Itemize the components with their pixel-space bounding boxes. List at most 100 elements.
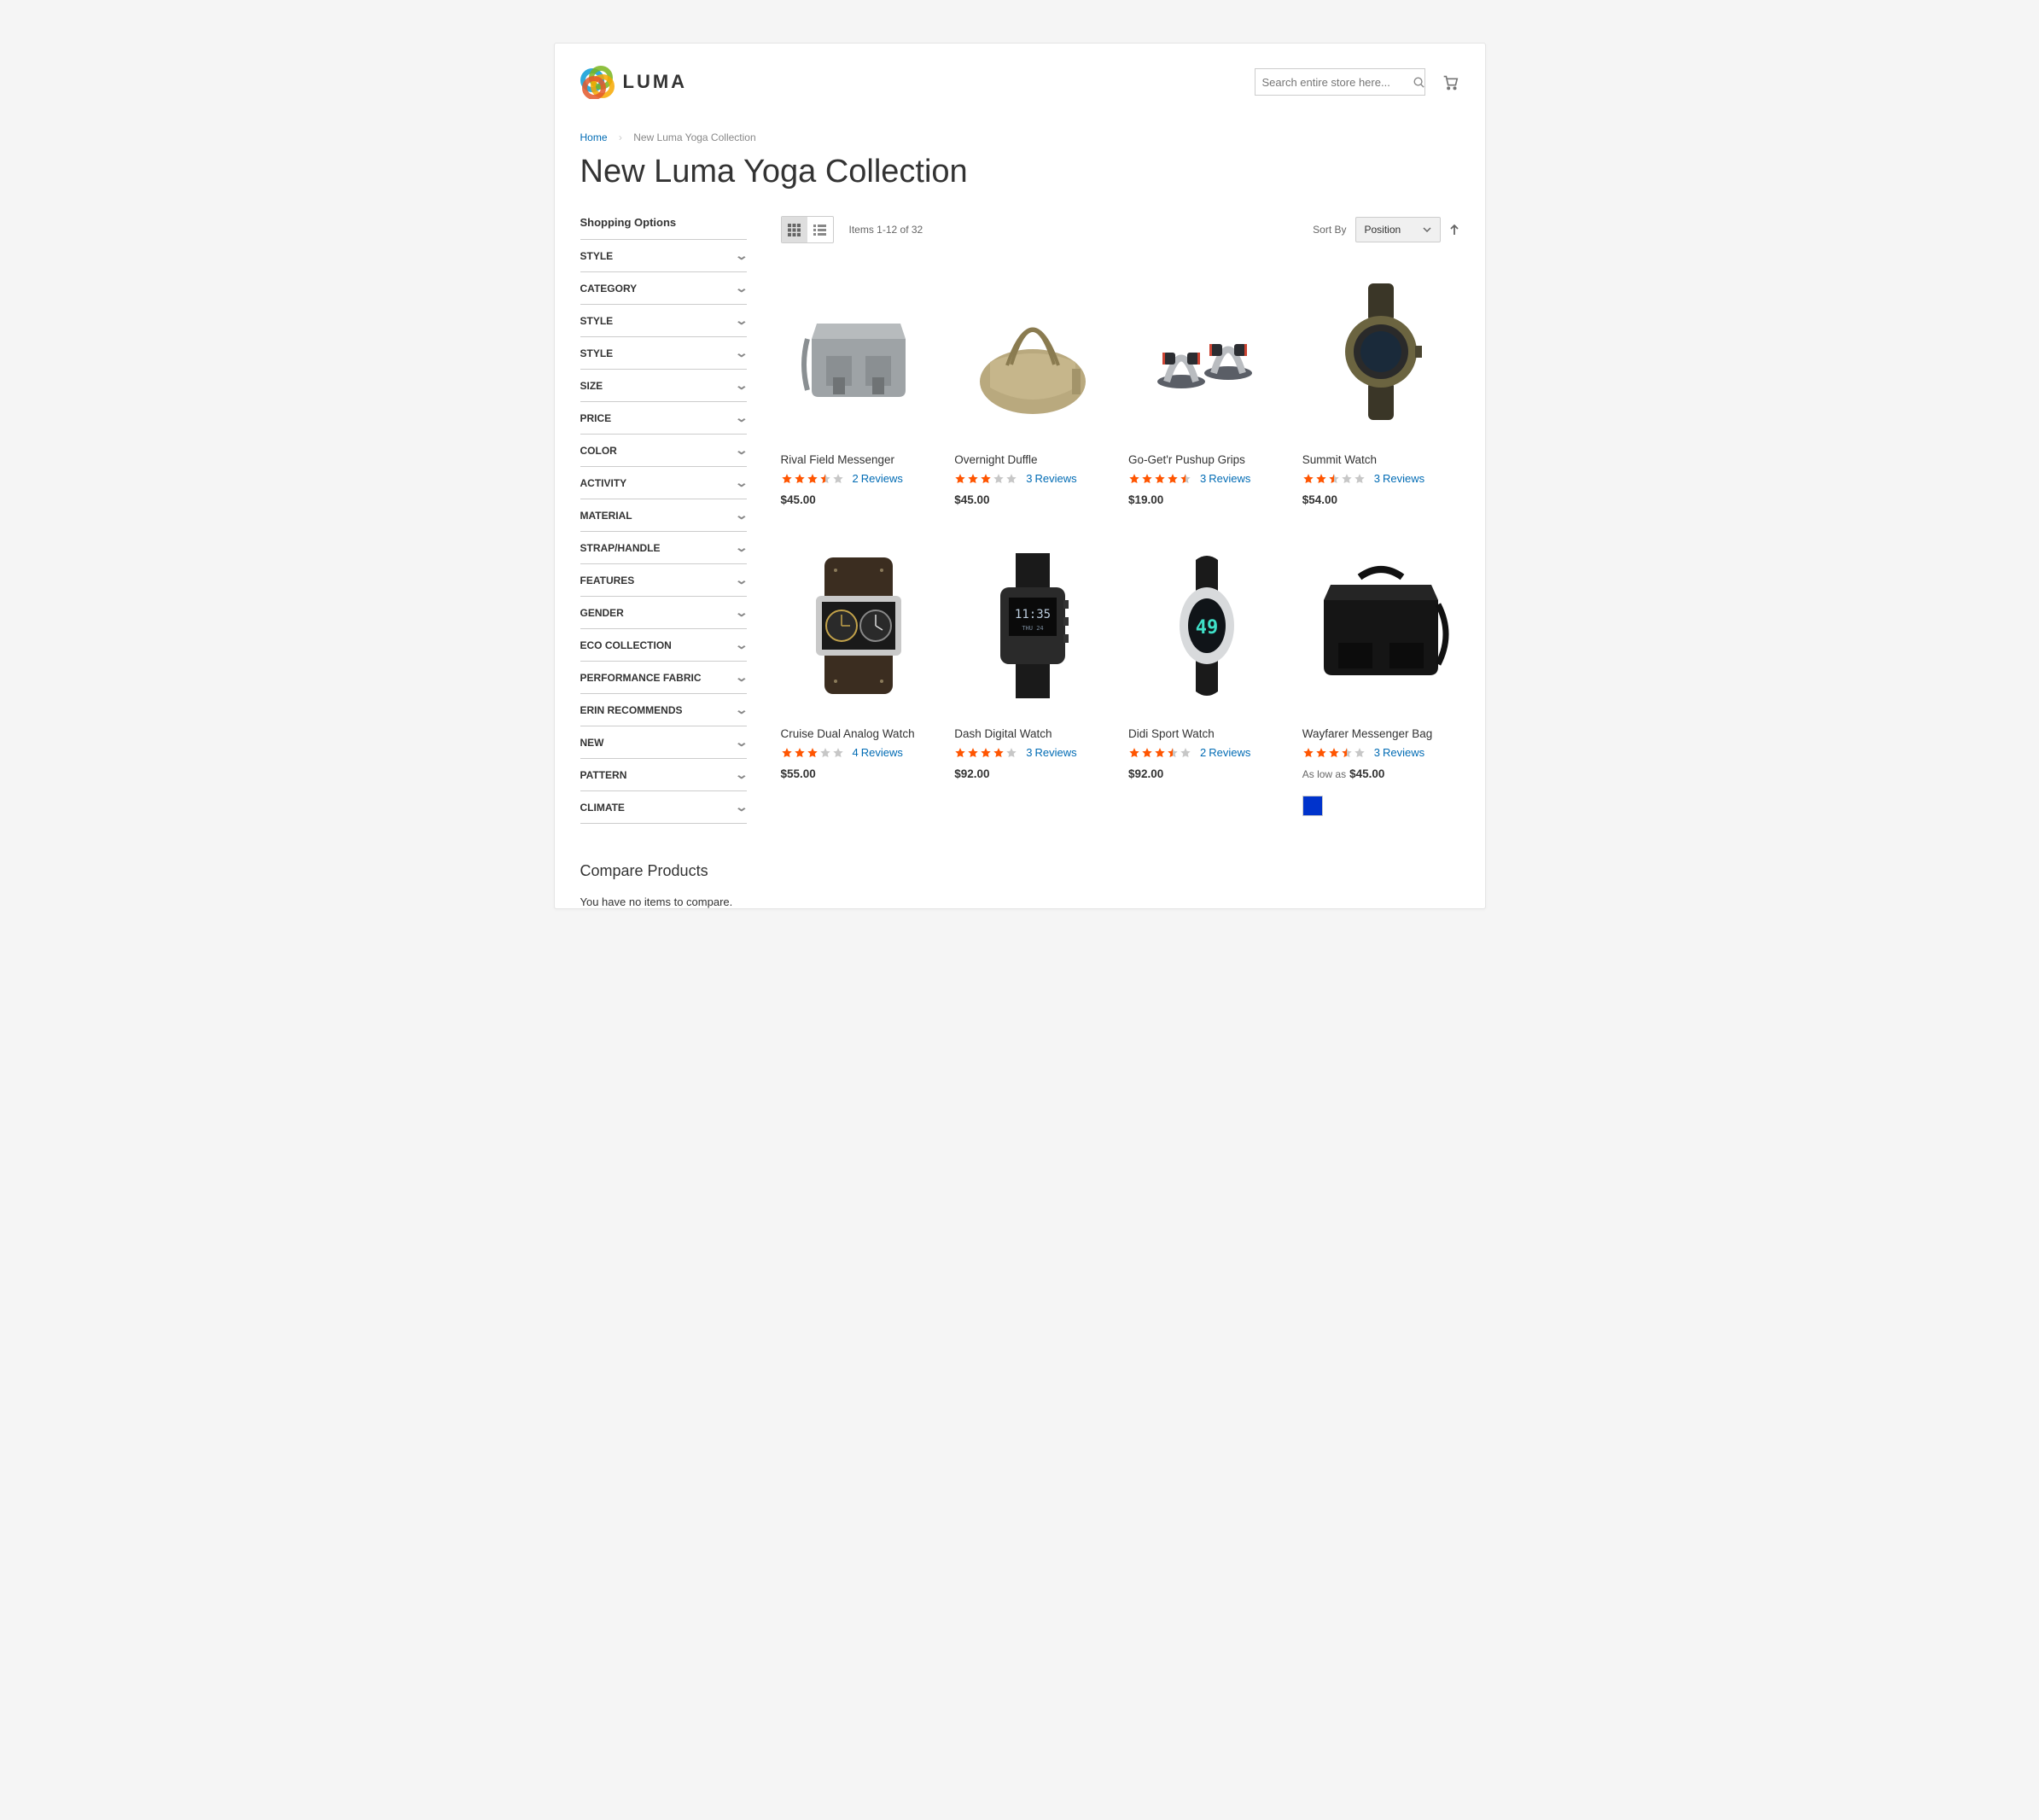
reviews-link[interactable]: 4Reviews — [853, 746, 903, 759]
compare-products-heading: Compare Products — [580, 862, 747, 880]
breadcrumb: Home › New Luma Yoga Collection — [580, 131, 1459, 143]
reviews-link[interactable]: 3Reviews — [1374, 472, 1424, 485]
filter-erin-recommends[interactable]: ERIN RECOMMENDS⌄ — [580, 694, 747, 726]
filter-material[interactable]: MATERIAL⌄ — [580, 499, 747, 532]
reviews-link[interactable]: 3Reviews — [1026, 746, 1076, 759]
star-rating-icon — [781, 473, 844, 485]
reviews-link[interactable]: 3Reviews — [1026, 472, 1076, 485]
filter-label: STYLE — [580, 315, 614, 327]
filter-activity[interactable]: ACTIVITY⌄ — [580, 467, 747, 499]
filter-label: CATEGORY — [580, 283, 638, 295]
product-card[interactable]: 49 Didi Sport Watch 2Reviews $92.00 — [1128, 536, 1285, 816]
chevron-down-icon: ⌄ — [734, 540, 748, 555]
chevron-down-icon — [1423, 227, 1431, 232]
product-name[interactable]: Rival Field Messenger — [781, 453, 938, 466]
chevron-down-icon: ⌄ — [734, 670, 748, 685]
sort-value: Position — [1365, 224, 1401, 236]
filter-performance-fabric[interactable]: PERFORMANCE FABRIC ⌄ — [580, 662, 747, 694]
product-card[interactable]: Cruise Dual Analog Watch 4Reviews $55.00 — [781, 536, 938, 816]
chevron-down-icon: ⌄ — [734, 313, 748, 328]
product-image[interactable]: 11:35 THU 24 — [954, 536, 1111, 715]
search-input-wrapper[interactable] — [1255, 68, 1425, 96]
product-card[interactable]: Go-Get'r Pushup Grips 3Reviews $19.00 — [1128, 262, 1285, 506]
filter-color[interactable]: COLOR⌄ — [580, 435, 747, 467]
product-image[interactable]: 49 — [1128, 536, 1285, 715]
sort-select[interactable]: Position — [1355, 217, 1441, 242]
filter-new[interactable]: NEW⌄ — [580, 726, 747, 759]
product-price: $92.00 — [1128, 767, 1285, 780]
search-input[interactable] — [1262, 76, 1413, 89]
filter-price[interactable]: PRICE ⌄ — [580, 402, 747, 435]
product-name[interactable]: Summit Watch — [1302, 453, 1459, 466]
cart-icon[interactable] — [1441, 73, 1459, 91]
star-rating-icon — [954, 473, 1017, 485]
product-image[interactable] — [954, 262, 1111, 441]
filter-gender[interactable]: GENDER ⌄ — [580, 597, 747, 629]
product-name[interactable]: Wayfarer Messenger Bag — [1302, 727, 1459, 740]
reviews-link[interactable]: 3Reviews — [1374, 746, 1424, 759]
filter-category[interactable]: CATEGORY⌄ — [580, 272, 747, 305]
filter-pattern[interactable]: PATTERN⌄ — [580, 759, 747, 791]
product-price: $92.00 — [954, 767, 1111, 780]
filter-label: ACTIVITY — [580, 477, 627, 489]
color-swatch[interactable] — [1302, 796, 1323, 816]
filter-climate[interactable]: CLIMATE⌄ — [580, 791, 747, 824]
list-view-button[interactable] — [807, 217, 833, 242]
chevron-down-icon: ⌄ — [734, 605, 748, 620]
filter-label: NEW — [580, 737, 604, 749]
chevron-down-icon: ⌄ — [734, 638, 748, 652]
star-rating-icon — [781, 747, 844, 759]
grid-view-button[interactable] — [782, 217, 807, 242]
filter-label: GENDER — [580, 607, 624, 619]
product-card[interactable]: 11:35THU 24 Dash Digital Watch 3Reviews … — [954, 536, 1111, 816]
product-image[interactable] — [1302, 262, 1459, 441]
chevron-down-icon: ⌄ — [734, 411, 748, 425]
filter-label: STYLE — [580, 347, 614, 359]
product-card[interactable]: Wayfarer Messenger Bag 3Reviews As low a… — [1302, 536, 1459, 816]
product-name[interactable]: Dash Digital Watch — [954, 727, 1111, 740]
reviews-link[interactable]: 2Reviews — [1200, 746, 1250, 759]
star-rating-icon — [954, 747, 1017, 759]
shopping-options-heading: Shopping Options — [580, 216, 747, 229]
chevron-down-icon: ⌄ — [734, 378, 748, 393]
svg-text:THU 24: THU 24 — [1022, 625, 1043, 632]
filter-label: PATTERN — [580, 769, 627, 781]
filter-features[interactable]: FEATURES⌄ — [580, 564, 747, 597]
filter-label: PERFORMANCE FABRIC — [580, 672, 702, 684]
chevron-down-icon: ⌄ — [734, 248, 748, 263]
product-image[interactable] — [781, 262, 938, 441]
search-icon[interactable] — [1413, 76, 1425, 89]
svg-text:49: 49 — [1196, 617, 1219, 639]
product-price: $45.00 — [781, 493, 938, 506]
product-image[interactable] — [781, 536, 938, 715]
filter-label: MATERIAL — [580, 510, 632, 522]
product-card[interactable]: Overnight Duffle 3Reviews $45.00 — [954, 262, 1111, 506]
product-name[interactable]: Go-Get'r Pushup Grips — [1128, 453, 1285, 466]
reviews-link[interactable]: 3Reviews — [1200, 472, 1250, 485]
breadcrumb-home[interactable]: Home — [580, 131, 608, 143]
product-card[interactable]: Rival Field Messenger 2Reviews $45.00 — [781, 262, 938, 506]
filter-label: CLIMATE — [580, 802, 625, 814]
product-name[interactable]: Overnight Duffle — [954, 453, 1111, 466]
star-rating-icon — [1302, 747, 1366, 759]
filter-strap-handle[interactable]: STRAP/HANDLE⌄ — [580, 532, 747, 564]
star-rating-icon — [1128, 473, 1191, 485]
filter-label: PRICE — [580, 412, 612, 424]
product-name[interactable]: Cruise Dual Analog Watch — [781, 727, 938, 740]
filter-eco-collection[interactable]: ECO COLLECTION⌄ — [580, 629, 747, 662]
filter-style[interactable]: STYLE⌄ — [580, 337, 747, 370]
logo-mark-icon — [580, 65, 615, 99]
brand-logo[interactable]: LUMA — [580, 65, 688, 99]
filter-style[interactable]: STYLE⌄ — [580, 240, 747, 272]
svg-text:11:35: 11:35 — [1015, 608, 1051, 621]
filter-style[interactable]: STYLE ⌄ — [580, 305, 747, 337]
reviews-link[interactable]: 2Reviews — [853, 472, 903, 485]
sort-direction-button[interactable] — [1449, 224, 1459, 236]
product-image[interactable] — [1128, 262, 1285, 441]
sort-by-label: Sort By — [1313, 224, 1346, 236]
toolbar-amount: Items 1-12 of 32 — [849, 224, 923, 236]
product-card[interactable]: Summit Watch 3Reviews $54.00 — [1302, 262, 1459, 506]
product-name[interactable]: Didi Sport Watch — [1128, 727, 1285, 740]
product-image[interactable] — [1302, 536, 1459, 715]
filter-size[interactable]: SIZE⌄ — [580, 370, 747, 402]
